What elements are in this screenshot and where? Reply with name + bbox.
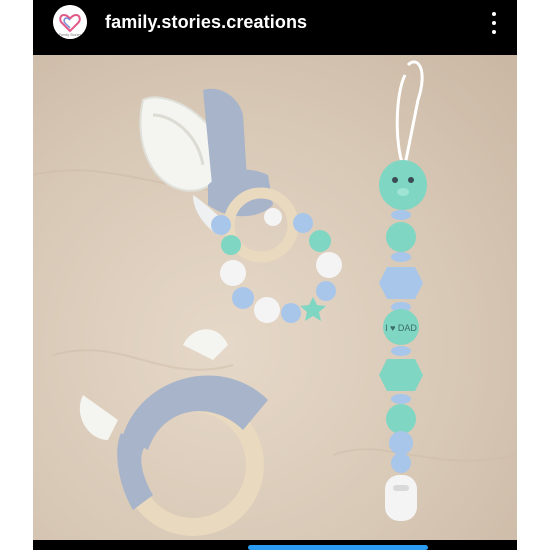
- profile-avatar[interactable]: Family Stories: [53, 5, 87, 39]
- heart-logo-icon: Family Stories: [53, 5, 87, 39]
- post-header: Family Stories family.stories.creations: [33, 0, 517, 50]
- bear-ring-teether: [79, 329, 268, 536]
- instagram-post: Family Stories family.stories.creations: [33, 0, 517, 550]
- bead-text: I ♥ DAD: [385, 323, 417, 333]
- pacifier-clip: I ♥ DAD: [379, 60, 427, 521]
- scroll-indicator: [248, 545, 428, 550]
- post-photo: I ♥ DAD: [33, 55, 517, 540]
- more-vertical-icon[interactable]: [489, 12, 499, 34]
- username[interactable]: family.stories.creations: [105, 12, 307, 33]
- avatar-text: Family Stories: [59, 33, 81, 37]
- teething-toys-photo: I ♥ DAD: [33, 60, 517, 536]
- bunny-teether: [139, 88, 342, 323]
